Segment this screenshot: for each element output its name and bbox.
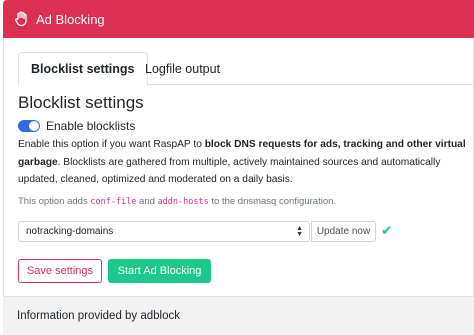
note-middle: and xyxy=(136,196,158,207)
note-suffix: to the dnsmasq configuration. xyxy=(208,196,337,207)
description-text-2: . Blocklists are gathered from multiple,… xyxy=(18,156,441,186)
start-ad-blocking-button[interactable]: Start Ad Blocking xyxy=(108,259,211,283)
tab-logfile-output[interactable]: Logfile output xyxy=(133,52,232,85)
card-body: Blocklist settings Logfile output Blockl… xyxy=(3,38,474,335)
blocklist-select-value: notracking-domains xyxy=(26,226,114,237)
description-text-1: Enable this option if you want RaspAP to xyxy=(18,139,205,150)
check-icon: ✔ xyxy=(381,222,393,238)
hand-paper-icon xyxy=(13,11,29,27)
note-code-conf-file: conf-file xyxy=(90,197,137,207)
note-code-addn-hosts: addn-hosts xyxy=(157,197,209,207)
save-settings-button[interactable]: Save settings xyxy=(18,259,102,283)
enable-blocklists-toggle[interactable] xyxy=(18,120,40,132)
select-arrows-icon: ▲ ▼ xyxy=(296,225,303,238)
card-footer: Information provided by adblock xyxy=(3,296,474,335)
update-now-button[interactable]: Update now xyxy=(311,221,376,242)
tab-blocklist-settings[interactable]: Blocklist settings xyxy=(18,52,148,86)
description: Enable this option if you want RaspAP to… xyxy=(18,136,468,189)
header-title: Ad Blocking xyxy=(36,11,105,27)
note-prefix: This option adds xyxy=(18,196,91,207)
tab-bar: Blocklist settings Logfile output xyxy=(18,52,474,86)
config-note: This option adds conf-file and addn-host… xyxy=(18,196,336,207)
blocklist-select[interactable]: notracking-domains ▲ ▼ xyxy=(18,221,310,242)
footer-text: Information provided by adblock xyxy=(17,310,181,322)
card-header: Ad Blocking xyxy=(3,0,474,38)
section-title: Blocklist settings xyxy=(18,93,144,112)
enable-blocklists-label: Enable blocklists xyxy=(46,119,136,133)
enable-blocklists-row: Enable blocklists xyxy=(18,119,135,133)
